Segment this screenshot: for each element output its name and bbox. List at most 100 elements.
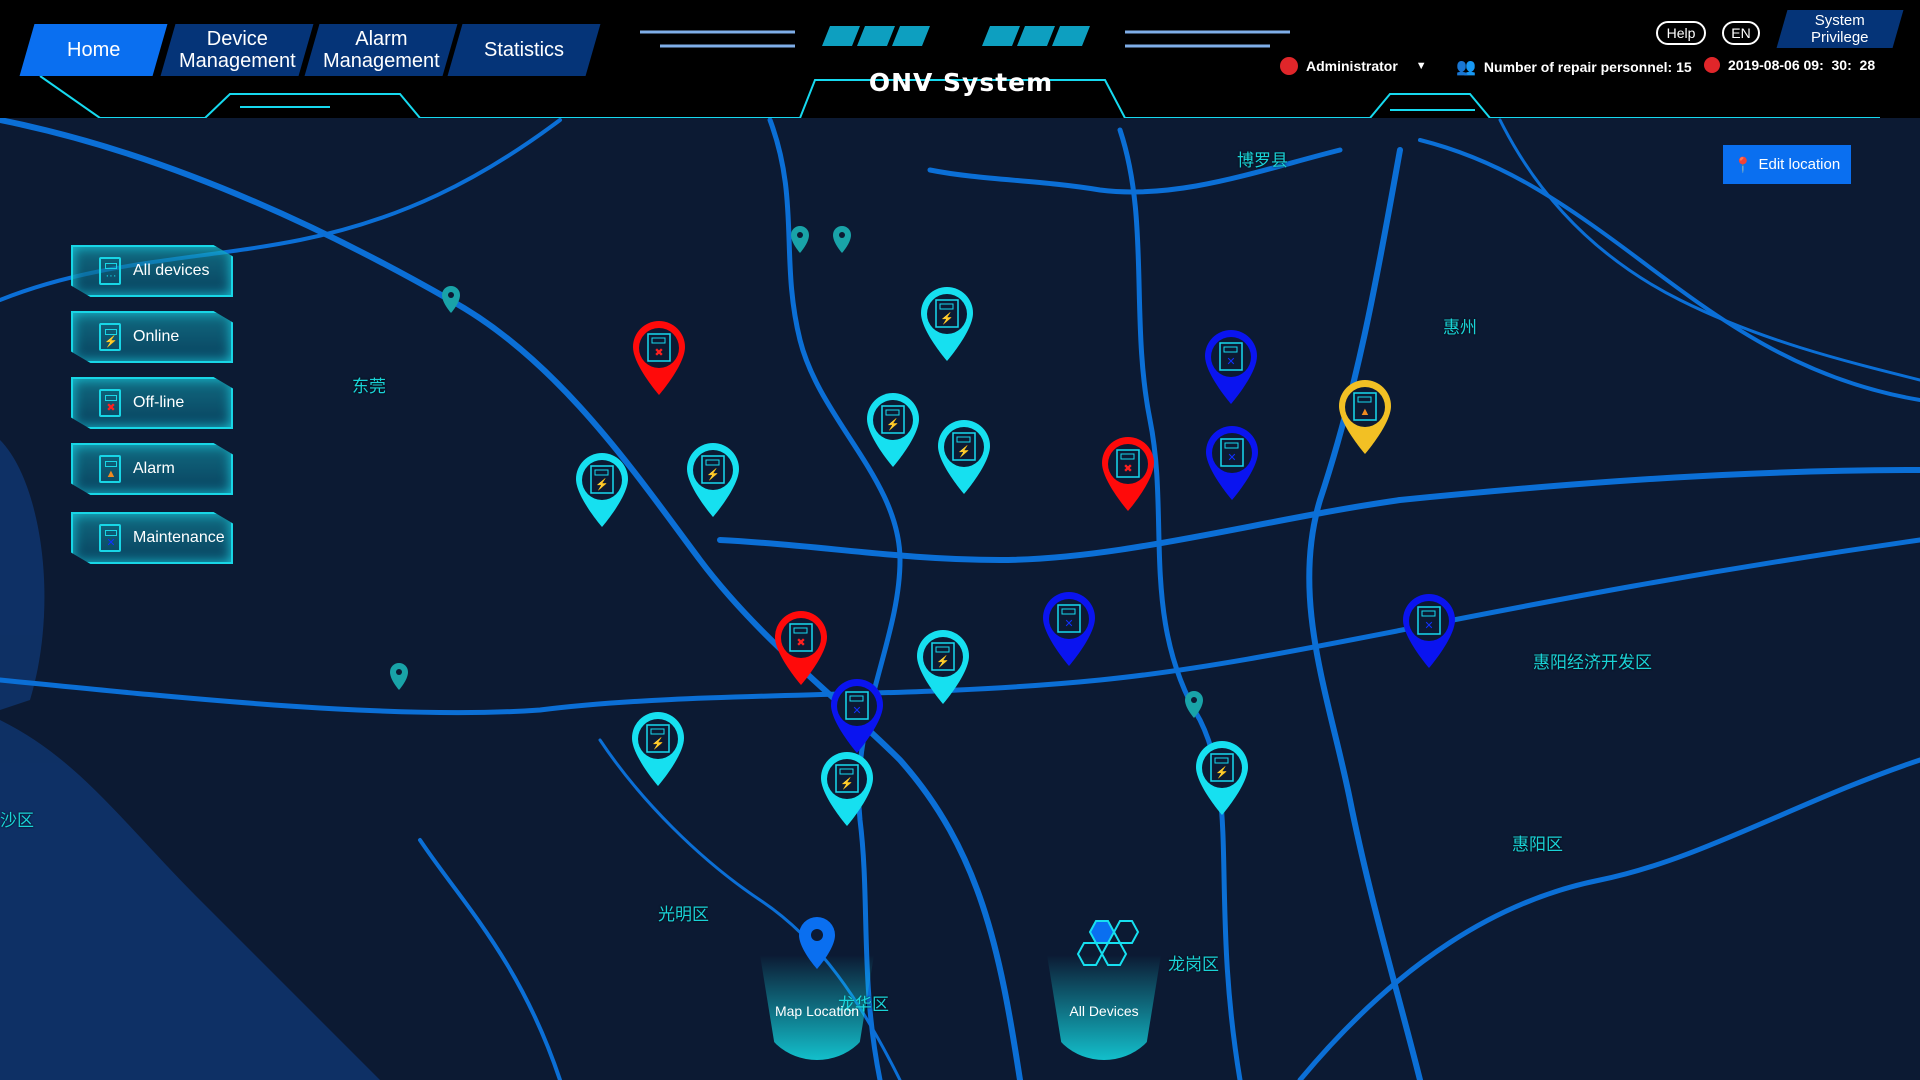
device-marker-online[interactable]: ⚡	[1193, 739, 1251, 819]
svg-text:⚡: ⚡	[1215, 766, 1229, 779]
poi-pin-icon[interactable]	[389, 662, 409, 697]
device-marker-online[interactable]: ⚡	[864, 391, 922, 471]
device-marker-maintenance[interactable]: ✕	[1202, 328, 1260, 408]
map-pin-icon: ⚡	[917, 630, 969, 704]
svg-text:✕: ✕	[1064, 618, 1073, 630]
device-marker-online[interactable]: ⚡	[629, 710, 687, 790]
poi-pin-icon[interactable]	[790, 225, 810, 260]
device-marker-offline[interactable]: ✖	[772, 609, 830, 689]
map-label: 龙岗区	[1168, 955, 1219, 974]
svg-text:✖: ✖	[796, 637, 805, 649]
datetime: 2019-08-06 09: 30: 28	[1704, 57, 1875, 73]
repair-personnel: 👥 Number of repair personnel: 15	[1456, 59, 1692, 76]
svg-text:✕: ✕	[852, 705, 861, 717]
map-pin-icon: ⚡	[1196, 741, 1248, 815]
map-label: 惠州	[1443, 318, 1477, 337]
map-pin-icon: ✕	[1206, 426, 1258, 500]
map-pin-icon: ▲	[1339, 380, 1391, 454]
device-marker-maintenance[interactable]: ✕	[1203, 424, 1261, 504]
map-label: 沙区	[0, 811, 34, 830]
filter-all-devices[interactable]: ··· All devices	[71, 245, 233, 297]
map-label: 惠阳经济开发区	[1533, 653, 1652, 672]
language-button[interactable]: EN	[1722, 21, 1760, 45]
lightning-icon: ⚡	[99, 323, 121, 351]
tab-home[interactable]: Home	[19, 24, 168, 76]
svg-text:⚡: ⚡	[886, 418, 900, 431]
tab-device-management[interactable]: Device Management	[160, 24, 314, 76]
user-menu[interactable]: Administrator ▼	[1280, 57, 1427, 75]
filter-alarm[interactable]: ▲ Alarm	[71, 443, 233, 495]
map-pin-icon: ✕	[1043, 592, 1095, 666]
warning-triangle-icon: ▲	[99, 455, 121, 483]
map-label: 光明区	[658, 905, 709, 924]
all-devices-button[interactable]: All Devices	[1039, 915, 1169, 1065]
svg-text:✕: ✕	[1424, 620, 1433, 632]
map-pin-icon: ⚡	[576, 453, 628, 527]
map-pin-icon	[799, 917, 835, 969]
device-marker-online[interactable]: ⚡	[818, 750, 876, 830]
pin-icon: 📍	[1733, 156, 1753, 174]
header: Home Device Management Alarm Management …	[0, 0, 1920, 118]
device-marker-maintenance[interactable]: ✕	[1040, 590, 1098, 670]
map-background[interactable]	[0, 0, 1920, 1080]
chevron-down-icon: ▼	[1415, 60, 1427, 72]
device-marker-maintenance[interactable]: ✕	[828, 677, 886, 757]
map-label: 惠阳区	[1512, 835, 1563, 854]
svg-text:▲: ▲	[1360, 406, 1371, 418]
device-marker-offline[interactable]: ✖	[1099, 435, 1157, 515]
map-pin-icon: ✖	[1102, 437, 1154, 511]
device-marker-online[interactable]: ⚡	[914, 628, 972, 708]
edit-location-button[interactable]: 📍 Edit location	[1723, 145, 1851, 184]
poi-pin-icon[interactable]	[441, 285, 461, 320]
svg-text:⚡: ⚡	[957, 445, 971, 458]
map-pin-icon: ✕	[1403, 594, 1455, 668]
hexagons-icon	[1076, 920, 1140, 966]
svg-text:⚡: ⚡	[651, 737, 665, 750]
map-location-button[interactable]: Map Location	[752, 915, 882, 1065]
svg-text:✖: ✖	[654, 347, 663, 359]
device-marker-online[interactable]: ⚡	[918, 285, 976, 365]
map-pin-icon: ✖	[633, 321, 685, 395]
map-label: 东莞	[352, 377, 386, 396]
device-marker-maintenance[interactable]: ✕	[1400, 592, 1458, 672]
map-pin-icon: ✕	[831, 679, 883, 753]
help-button[interactable]: Help	[1656, 21, 1706, 45]
wrench-icon: ✕	[99, 524, 121, 552]
page-title: ONV System	[868, 68, 1054, 97]
device-marker-online[interactable]: ⚡	[935, 418, 993, 498]
filter-maintenance[interactable]: ✕ Maintenance	[71, 512, 233, 564]
svg-text:✖: ✖	[1123, 463, 1132, 475]
poi-pin-icon[interactable]	[1184, 690, 1204, 725]
offline-x-icon: ✖	[99, 389, 121, 417]
system-privilege-button[interactable]: System Privilege	[1776, 10, 1904, 48]
svg-text:⚡: ⚡	[706, 468, 720, 481]
svg-text:⚡: ⚡	[595, 478, 609, 491]
device-marker-online[interactable]: ⚡	[684, 441, 742, 521]
poi-pin-icon[interactable]	[832, 225, 852, 260]
map-pin-icon: ⚡	[632, 712, 684, 786]
svg-text:⚡: ⚡	[840, 777, 854, 790]
user-icon	[1280, 57, 1298, 75]
map-pin-icon: ✖	[775, 611, 827, 685]
device-marker-online[interactable]: ⚡	[573, 451, 631, 531]
tab-alarm-management[interactable]: Alarm Management	[304, 24, 458, 76]
map-label: 博罗县	[1237, 151, 1288, 170]
map-pin-icon: ⚡	[938, 420, 990, 494]
device-marker-alarm[interactable]: ▲	[1336, 378, 1394, 458]
filter-off-line[interactable]: ✖ Off-line	[71, 377, 233, 429]
device-marker-offline[interactable]: ✖	[630, 319, 688, 399]
map-pin-icon: ⚡	[687, 443, 739, 517]
tab-statistics[interactable]: Statistics	[447, 24, 601, 76]
map-pin-icon: ⚡	[867, 393, 919, 467]
device-icon: ···	[99, 257, 121, 285]
map-pin-icon: ⚡	[821, 752, 873, 826]
svg-text:⚡: ⚡	[940, 312, 954, 325]
filter-online[interactable]: ⚡ Online	[71, 311, 233, 363]
map-pin-icon: ✕	[1205, 330, 1257, 404]
map-pin-icon: ⚡	[921, 287, 973, 361]
svg-text:✕: ✕	[1226, 356, 1235, 368]
clock-icon	[1704, 57, 1720, 73]
svg-text:⚡: ⚡	[936, 655, 950, 668]
svg-text:✕: ✕	[1227, 452, 1236, 464]
people-icon: 👥	[1456, 59, 1476, 76]
